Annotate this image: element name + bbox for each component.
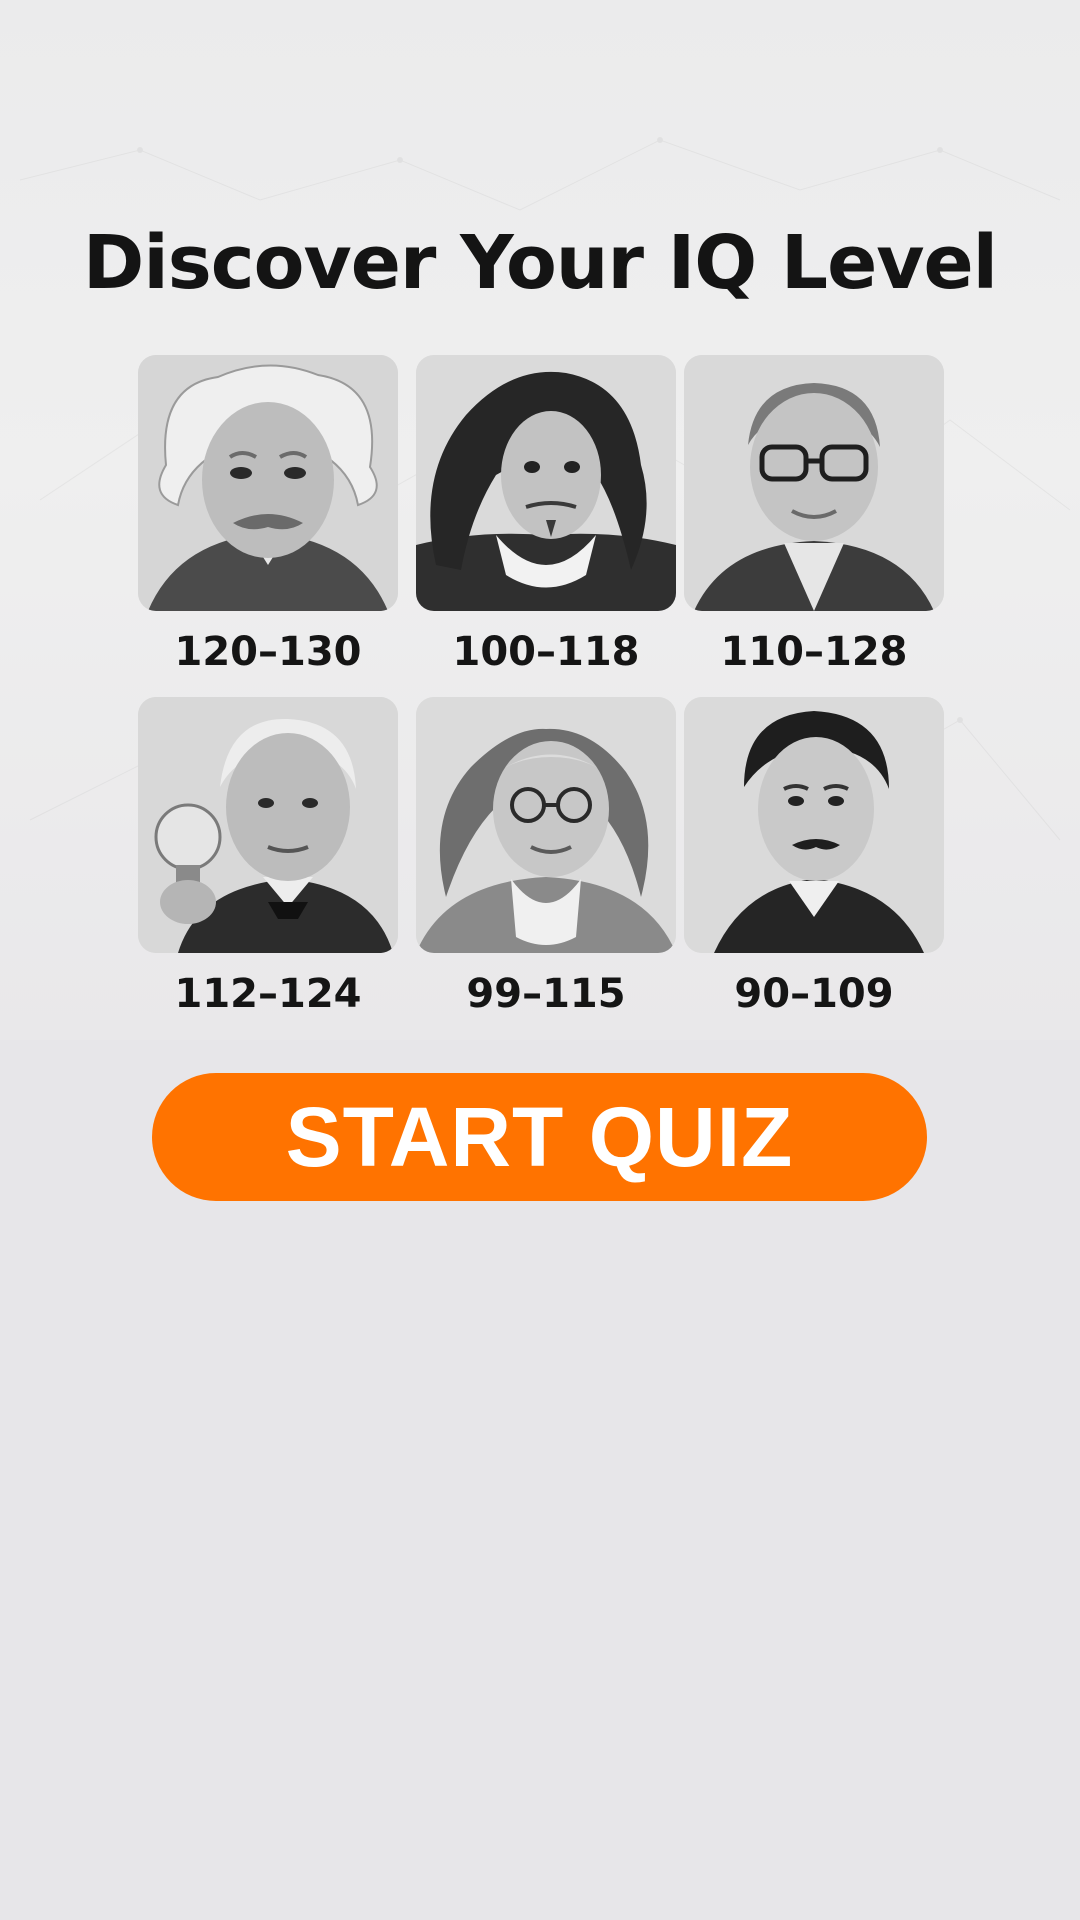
iq-range-label: 120–130 <box>174 629 362 675</box>
page-title: Discover Your IQ Level <box>82 220 998 306</box>
portrait-round-spectacles-icon <box>416 697 676 953</box>
iq-card-4[interactable]: 112–124 <box>138 697 398 1017</box>
iq-range-label: 100–118 <box>452 629 640 675</box>
iq-range-label: 90–109 <box>734 971 894 1017</box>
iq-range-label: 99–115 <box>466 971 626 1017</box>
iq-range-label: 112–124 <box>174 971 362 1017</box>
start-quiz-button[interactable]: START QUIZ <box>152 1073 927 1201</box>
quiz-landing-screen: Discover Your IQ Level 120–130 100–118 1… <box>0 0 1080 1920</box>
iq-card-5[interactable]: 99–115 <box>416 697 676 1017</box>
iq-card-3[interactable]: 110–128 <box>684 355 944 675</box>
hero-section: Discover Your IQ Level 120–130 100–118 1… <box>0 0 1080 1040</box>
portrait-glasses-icon <box>684 355 944 611</box>
portrait-wild-white-hair-icon <box>138 355 398 611</box>
portrait-lightbulb-icon <box>138 697 398 953</box>
iq-range-label: 110–128 <box>720 629 908 675</box>
iq-card-6[interactable]: 90–109 <box>684 697 944 1017</box>
portrait-mustache-icon <box>684 697 944 953</box>
portrait-long-dark-hair-icon <box>416 355 676 611</box>
iq-card-2[interactable]: 100–118 <box>416 355 676 675</box>
iq-card-1[interactable]: 120–130 <box>138 355 398 675</box>
